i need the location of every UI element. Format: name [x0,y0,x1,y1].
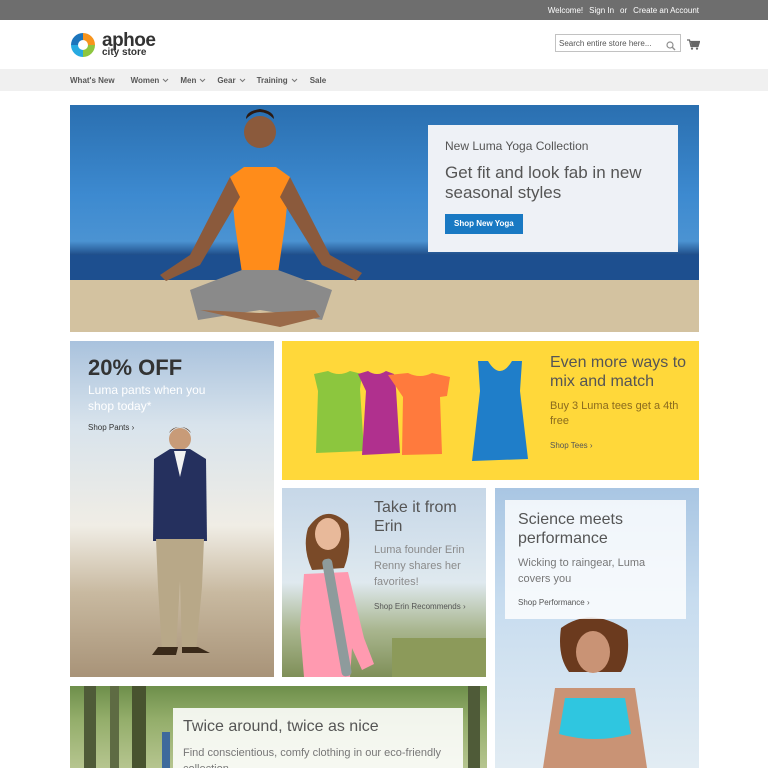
nav-label: Women [130,75,160,85]
link-label: Shop Pants [88,423,130,432]
sign-in-link[interactable]: Sign In [589,6,614,15]
shop-new-yoga-button[interactable]: Shop New Yoga [445,214,523,234]
promo-eco[interactable]: Twice around, twice as nice Find conscie… [70,686,487,768]
logo-icon [70,32,96,58]
nav-item-gear[interactable]: Gear [217,76,245,85]
hero-panel: New Luma Yoga Collection Get fit and loo… [428,125,678,252]
search-input[interactable] [559,37,663,49]
chevron-right-icon: › [586,598,590,607]
main-navigation: What's New Women Men Gear Training Sale [0,69,768,91]
nav-item-training[interactable]: Training [257,76,298,85]
cart-icon[interactable] [687,37,701,55]
or-text: or [620,5,628,15]
hero-kicker: New Luma Yoga Collection [445,139,589,153]
chevron-down-icon [239,76,246,85]
site-header: aphoe city store [0,20,768,69]
nav-item-men[interactable]: Men [180,76,206,85]
shop-tees-link[interactable]: Shop Tees › [550,441,593,450]
promo-eco-text: Find conscientious, comfy clothing in ou… [183,747,442,768]
shop-performance-link[interactable]: Shop Performance › [518,598,590,607]
promo-performance[interactable]: Science meets performance Wicking to rai… [495,488,699,768]
promo-tees[interactable]: Even more ways to mix and match Buy 3 Lu… [282,341,699,480]
promo-pants-title: 20% OFF [88,355,183,380]
shop-pants-link[interactable]: Shop Pants › [88,423,134,432]
promo-performance-title: Science meets performance [518,511,623,548]
link-label: Shop Tees [550,441,588,450]
promo-erin-text: Luma founder Erin Renny shares her favor… [374,544,465,588]
chevron-right-icon: › [589,441,593,450]
nav-label: Training [256,75,288,85]
shop-erin-recommends-link[interactable]: Shop Erin Recommends › [374,602,466,611]
promo-eco-title: Twice around, twice as nice [183,718,379,735]
nav-label: Gear [217,75,236,85]
welcome-text: Welcome! [547,5,584,15]
promo-erin[interactable]: Take it from Erin Luma founder Erin Renn… [282,488,486,677]
chevron-down-icon [199,76,206,85]
promo-tees-text: Buy 3 Luma tees get a 4th free [550,400,679,428]
chevron-down-icon [162,76,169,85]
chevron-right-icon: › [462,602,466,611]
nav-label: Men [180,75,197,85]
chevron-down-icon [291,76,298,85]
nav-label: Sale [309,75,327,85]
promo-eco-panel: Twice around, twice as nice Find conscie… [173,708,463,768]
promo-pants-text: Luma pants when you shop today* [88,383,206,414]
nav-item-sale[interactable]: Sale [310,76,326,85]
link-label: Shop Erin Recommends [374,602,461,611]
promo-pants[interactable]: 20% OFF Luma pants when you shop today* … [70,341,274,677]
nav-item-whats-new[interactable]: What's New [70,76,115,85]
top-bar: Welcome! Sign In or Create an Account [0,0,768,20]
create-account-link[interactable]: Create an Account [633,6,699,15]
promo-performance-text: Wicking to raingear, Luma covers you [518,557,646,585]
nav-item-women[interactable]: Women [131,76,170,85]
nav-label: What's New [70,75,115,85]
promo-performance-panel: Science meets performance Wicking to rai… [505,500,686,619]
promo-erin-title: Take it from Erin [374,499,457,536]
promo-tees-title: Even more ways to mix and match [550,354,687,390]
store-logo[interactable]: aphoe city store [70,31,156,58]
chevron-right-icon: › [131,423,135,432]
logo-text: aphoe city store [102,31,156,58]
search-box [555,34,681,52]
header-links: Welcome! Sign In or Create an Account [548,0,699,20]
link-label: Shop Performance [518,598,585,607]
hero-headline: Get fit and look fab in new seasonal sty… [445,163,642,203]
hero-banner[interactable]: New Luma Yoga Collection Get fit and loo… [70,105,699,332]
search-icon[interactable] [666,38,676,56]
